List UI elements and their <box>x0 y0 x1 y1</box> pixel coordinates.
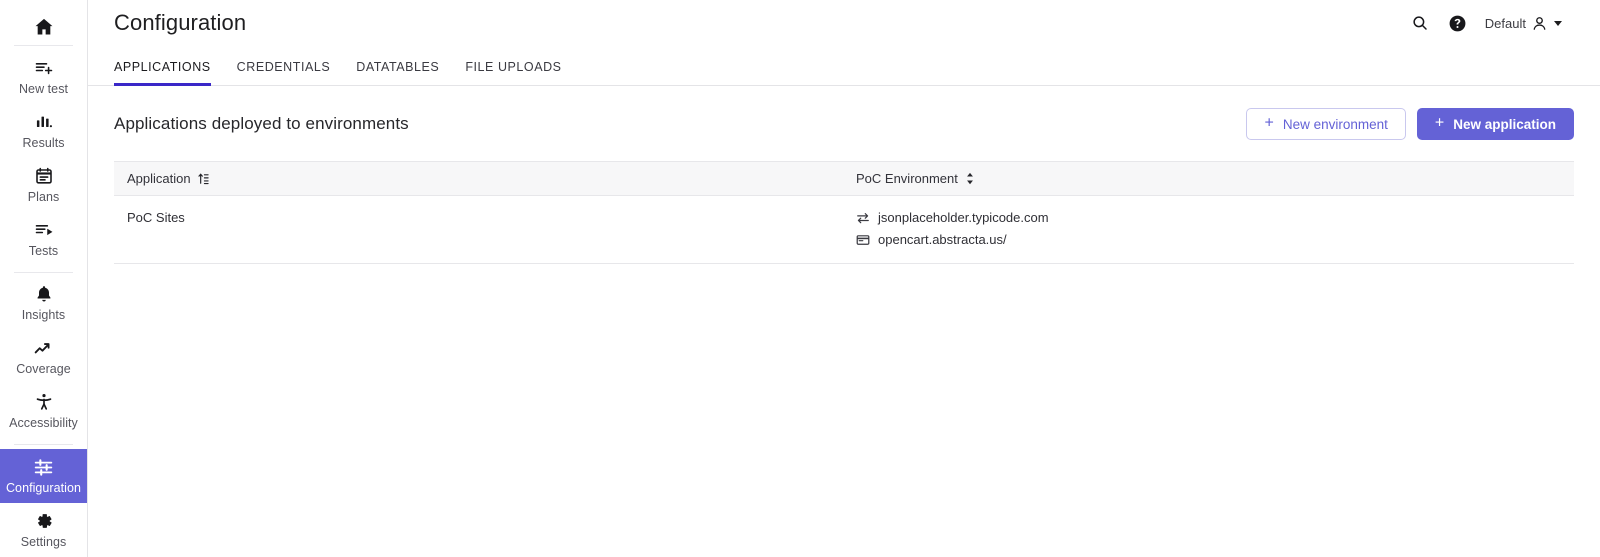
sidebar-divider <box>14 271 73 273</box>
column-header-label: Application <box>127 171 191 186</box>
settings-gear-icon <box>34 510 54 532</box>
table-header-row: Application PoC Environment <box>114 161 1574 196</box>
cell-application: PoC Sites <box>114 195 844 264</box>
sidebar-item-settings[interactable]: Settings <box>0 503 87 557</box>
sidebar-item-label: Accessibility <box>9 416 78 431</box>
sidebar-item-plans[interactable]: Plans <box>0 158 87 212</box>
new-application-button-label: New application <box>1453 116 1556 132</box>
sidebar-item-accessibility[interactable]: Accessibility <box>0 384 87 438</box>
api-transfer-icon <box>856 211 870 225</box>
cell-poc-environment: jsonplaceholder.typicode.com opencart.ab… <box>844 195 1574 264</box>
tab-applications[interactable]: APPLICATIONS <box>114 60 224 86</box>
new-test-icon <box>34 57 54 79</box>
environment-entry[interactable]: opencart.abstracta.us/ <box>856 232 1562 247</box>
column-header-application[interactable]: Application <box>114 161 844 196</box>
sidebar-item-label: Insights <box>21 308 66 323</box>
results-icon <box>34 111 54 133</box>
sort-ascending-icon[interactable] <box>198 172 209 185</box>
sidebar-item-label: Tests <box>28 243 59 258</box>
user-avatar-icon <box>1531 15 1548 32</box>
tab-label: FILE UPLOADS <box>465 60 562 74</box>
applications-table: Application PoC Environment PoC Sites js… <box>114 161 1574 264</box>
sidebar-item-home[interactable] <box>0 14 87 39</box>
page-title: Configuration <box>114 10 247 35</box>
accessibility-icon <box>34 391 54 413</box>
new-application-button[interactable]: + New application <box>1416 108 1574 140</box>
help-circle-icon[interactable] <box>1447 12 1469 34</box>
tab-label: CREDENTIALS <box>236 60 331 74</box>
sidebar-item-label: Plans <box>27 189 60 204</box>
new-environment-button-label: New environment <box>1282 116 1388 132</box>
sidebar-item-label: Coverage <box>16 362 71 377</box>
main-area: Configuration Default APPLICATIONS CREDE… <box>88 0 1600 557</box>
sidebar-item-results[interactable]: Results <box>0 104 87 158</box>
tab-datatables[interactable]: DATATABLES <box>343 60 452 85</box>
column-header-application-inner[interactable]: Application <box>127 171 209 186</box>
sidebar-item-new-test[interactable]: New test <box>0 50 87 104</box>
sidebar-item-insights[interactable]: Insights <box>0 276 87 330</box>
user-menu[interactable]: Default <box>1485 15 1562 32</box>
plans-icon <box>34 165 54 187</box>
column-header-poc-environment[interactable]: PoC Environment <box>844 161 1574 196</box>
tab-bar: APPLICATIONS CREDENTIALS DATATABLES FILE… <box>88 46 1600 86</box>
sidebar: New test Results Plans Tests Insights Co… <box>0 0 88 557</box>
column-header-poc-environment-inner[interactable]: PoC Environment <box>856 171 975 186</box>
insights-bell-icon <box>34 283 54 305</box>
content-header: Applications deployed to environments + … <box>114 108 1574 140</box>
tab-credentials[interactable]: CREDENTIALS <box>224 60 344 85</box>
environment-name: jsonplaceholder.typicode.com <box>878 210 1049 225</box>
configuration-sliders-icon <box>33 456 54 478</box>
sidebar-item-configuration[interactable]: Configuration <box>0 449 87 504</box>
sidebar-item-label: Results <box>22 135 65 150</box>
tab-file-uploads[interactable]: FILE UPLOADS <box>452 60 574 85</box>
header-action-buttons: + New environment + New application <box>1246 108 1574 140</box>
sidebar-item-coverage[interactable]: Coverage <box>0 330 87 384</box>
search-icon[interactable] <box>1409 12 1431 34</box>
sort-updown-icon[interactable] <box>965 172 975 185</box>
chevron-down-icon <box>1554 20 1562 26</box>
sidebar-divider <box>14 45 73 46</box>
environment-name: opencart.abstracta.us/ <box>878 232 1007 247</box>
environment-entry[interactable]: jsonplaceholder.typicode.com <box>856 210 1562 225</box>
new-environment-button[interactable]: + New environment <box>1246 108 1406 140</box>
table-row[interactable]: PoC Sites jsonplaceholder.typicode.com o… <box>114 195 1574 264</box>
coverage-trend-icon <box>33 337 54 359</box>
table-body: PoC Sites jsonplaceholder.typicode.com o… <box>114 195 1574 264</box>
home-icon <box>33 16 55 38</box>
plus-icon: + <box>1434 114 1445 132</box>
topbar-actions: Default <box>1409 12 1576 34</box>
tab-label: DATATABLES <box>356 60 440 74</box>
app-root: New test Results Plans Tests Insights Co… <box>0 0 1600 557</box>
tests-icon <box>34 219 54 241</box>
browser-window-icon <box>856 233 870 247</box>
topbar: Configuration Default <box>88 0 1600 46</box>
content-panel: Applications deployed to environments + … <box>88 86 1600 557</box>
sidebar-item-label: Configuration <box>5 481 81 496</box>
table-head: Application PoC Environment <box>114 161 1574 196</box>
tab-label: APPLICATIONS <box>114 60 211 74</box>
column-header-label: PoC Environment <box>856 171 958 186</box>
plus-icon: + <box>1264 114 1274 132</box>
sidebar-item-label: Settings <box>20 535 67 550</box>
sidebar-divider <box>14 444 73 446</box>
user-menu-label: Default <box>1484 15 1526 31</box>
sidebar-item-tests[interactable]: Tests <box>0 212 87 266</box>
section-title: Applications deployed to environments <box>114 114 409 133</box>
sidebar-item-label: New test <box>18 81 69 96</box>
